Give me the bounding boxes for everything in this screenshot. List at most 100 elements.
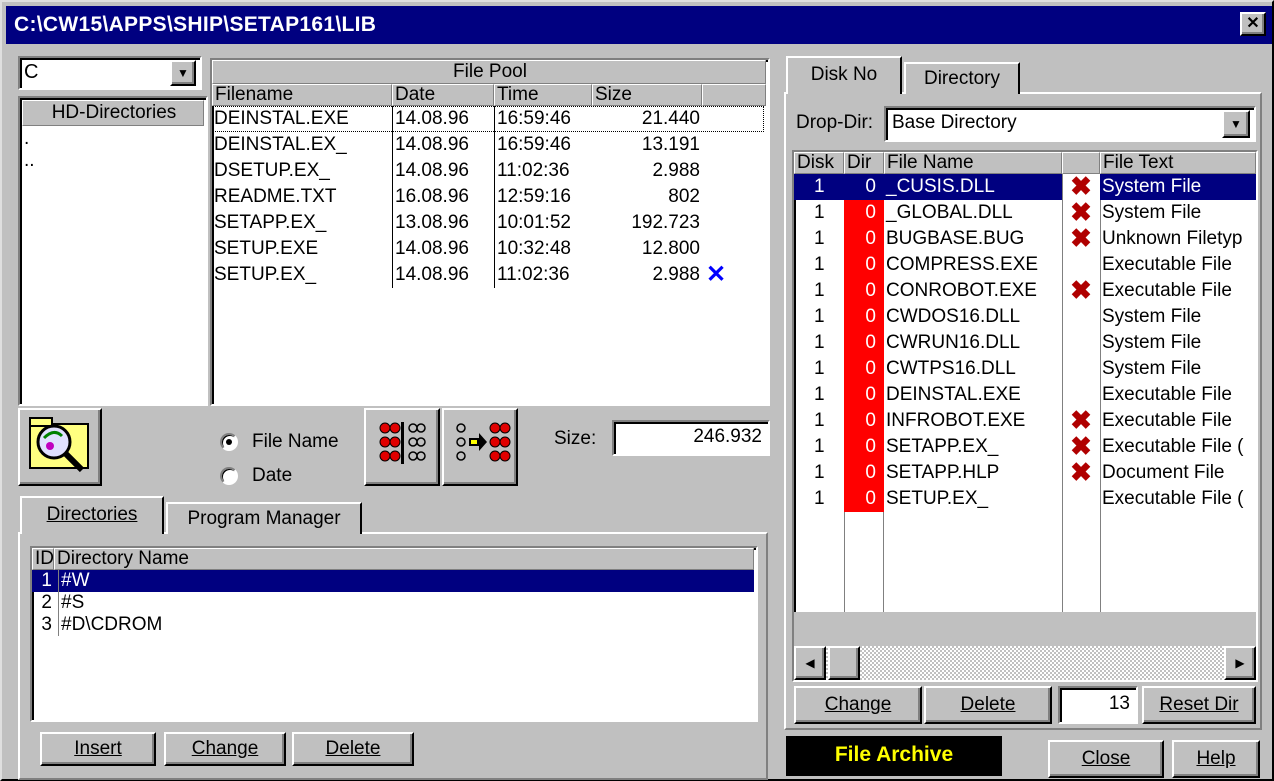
change-disk-button[interactable]: Change: [794, 686, 922, 724]
disk-file-row[interactable]: 1 0 SETUP.EX_ Executable File (: [794, 486, 1256, 512]
disk-file-row[interactable]: 1 0 BUGBASE.BUG ✖ Unknown Filetyp: [794, 226, 1256, 252]
drop-dir-select[interactable]: Base Directory ▼: [884, 106, 1256, 142]
disk-file-row[interactable]: 1 0 CWDOS16.DLL System File: [794, 304, 1256, 330]
disk-file-row[interactable]: 1 0 SETAPP.HLP ✖ Document File: [794, 460, 1256, 486]
file-text: System File: [1102, 306, 1202, 327]
file-text: Executable File: [1102, 254, 1232, 275]
disk-number: 1: [814, 306, 825, 327]
tab-directories[interactable]: Directories: [20, 496, 164, 534]
disk-file-name: CWTPS16.DLL: [886, 358, 1016, 379]
drop-dir-dropdown-button[interactable]: ▼: [1222, 110, 1250, 138]
scroll-right-button[interactable]: ▶: [1224, 646, 1256, 680]
disk-file-name: SETUP.EX_: [886, 488, 989, 509]
disk-file-name: COMPRESS.EXE: [886, 254, 1039, 275]
disk-file-row[interactable]: 1 0 _GLOBAL.DLL ✖ System File: [794, 200, 1256, 226]
file-pool-row[interactable]: SETUP.EX_ 14.08.96 11:02:36 2.988 ✕: [212, 262, 766, 288]
file-pool-row[interactable]: DEINSTAL.EXE 14.08.96 16:59:46 21.440: [212, 106, 764, 132]
disk-file-name: _CUSIS.DLL: [884, 174, 1062, 200]
disk-number: 1: [814, 436, 825, 457]
file-time: 11:02:36: [494, 262, 592, 288]
close-button[interactable]: Close: [1048, 740, 1164, 778]
file-text: Executable File: [1102, 410, 1232, 431]
sort-by-date-label: Date: [252, 465, 293, 486]
tab-directory[interactable]: Directory: [904, 62, 1020, 94]
arrow-right-icon: ▶: [1235, 656, 1245, 670]
tab-program-manager[interactable]: Program Manager: [166, 502, 362, 534]
file-name: DEINSTAL.EXE: [214, 108, 349, 129]
directories-table[interactable]: ID Directory Name 1 #W 2 #S 3 #D\CDROM: [30, 546, 758, 722]
drive-value: C: [24, 61, 39, 83]
dir-number: 0: [844, 408, 884, 434]
file-name: DEINSTAL.EX_: [214, 134, 347, 155]
disk-file-row[interactable]: 1 0 INFROBOT.EXE ✖ Executable File: [794, 408, 1256, 434]
file-pool-list[interactable]: File Pool Filename Date Time Size DEINSTAL.…: [210, 58, 770, 406]
disk-file-row[interactable]: 1 0 CWRUN16.DLL System File: [794, 330, 1256, 356]
file-pool-row[interactable]: DEINSTAL.EX_ 14.08.96 16:59:46 13.191: [212, 132, 766, 158]
file-pool-col-header: [702, 84, 766, 106]
disk-col-header: Dir: [844, 152, 884, 174]
hd-directory-item[interactable]: .: [24, 128, 35, 150]
file-time: 16:59:46: [494, 106, 592, 132]
disk-count: 13: [1058, 686, 1138, 724]
window-title: C:\CW15\APPS\SHIP\SETAP161\LIB: [14, 13, 377, 36]
close-window-button[interactable]: ✕: [1240, 12, 1266, 36]
file-size: 802: [668, 186, 700, 207]
sort-by-date-radio[interactable]: [220, 467, 238, 485]
file-pool-row[interactable]: SETUP.EXE 14.08.96 10:32:48 12.800: [212, 236, 766, 262]
drive-select[interactable]: C ▼: [18, 56, 202, 90]
file-pool-title: File Pool: [212, 60, 766, 84]
view-file-button[interactable]: [18, 408, 102, 486]
directory-row[interactable]: 2 #S: [32, 592, 754, 614]
file-text: Executable File (: [1102, 488, 1244, 509]
disk-file-list[interactable]: Disk Dir File Name File Text 1 0 _CUSIS.DLL ✖ S…: [792, 150, 1258, 682]
file-size: 2.988: [652, 160, 700, 181]
disk-number: 1: [814, 228, 825, 249]
reset-dir-button[interactable]: Reset Dir: [1142, 686, 1256, 724]
disk-number: 1: [814, 410, 825, 431]
file-text: Unknown Filetyp: [1102, 228, 1243, 249]
dir-number: 0: [844, 486, 884, 512]
x-mark-cell: ✖: [1062, 278, 1100, 304]
delete-disk-button[interactable]: Delete: [924, 686, 1052, 724]
disk-col-header: Disk: [794, 152, 844, 174]
horizontal-scrollbar[interactable]: ◀ ▶: [794, 646, 1256, 680]
disk-file-name: CWRUN16.DLL: [886, 332, 1021, 353]
directory-row[interactable]: 3 #D\CDROM: [32, 614, 754, 636]
tab-disk-no[interactable]: Disk No: [786, 56, 902, 94]
x-mark-icon: ✖: [1070, 460, 1092, 486]
disk-file-row[interactable]: 1 0 _CUSIS.DLL ✖ System File: [794, 174, 1256, 200]
move-selected-button[interactable]: [442, 408, 518, 486]
disk-file-row[interactable]: 1 0 CONROBOT.EXE ✖ Executable File: [794, 278, 1256, 304]
delete-directory-button[interactable]: Delete: [292, 732, 414, 766]
disk-col-header: File Name: [884, 152, 1062, 174]
file-date: 14.08.96: [392, 158, 494, 184]
file-time: 16:59:46: [494, 132, 592, 158]
move-selected-icon: [456, 422, 511, 462]
scroll-left-button[interactable]: ◀: [794, 646, 826, 680]
help-button[interactable]: Help: [1172, 740, 1260, 778]
file-size: 192.723: [631, 212, 700, 233]
file-pool-row[interactable]: DSETUP.EX_ 14.08.96 11:02:36 2.988: [212, 158, 766, 184]
hd-directory-item[interactable]: ..: [24, 150, 35, 172]
disk-file-row[interactable]: 1 0 SETAPP.EX_ ✖ Executable File (: [794, 434, 1256, 460]
hd-directories-list[interactable]: HD-Directories ...: [18, 96, 208, 406]
check-mark-icon: ✕: [706, 262, 727, 288]
disk-file-name: DEINSTAL.EXE: [886, 384, 1021, 405]
disk-file-row[interactable]: 1 0 CWTPS16.DLL System File: [794, 356, 1256, 382]
file-pool-row[interactable]: SETAPP.EX_ 13.08.96 10:01:52 192.723: [212, 210, 766, 236]
disk-file-row[interactable]: 1 0 COMPRESS.EXE Executable File: [794, 252, 1256, 278]
file-date: 16.08.96: [392, 184, 494, 210]
file-pool-rows: DEINSTAL.EXE 14.08.96 16:59:46 21.440 DEINST…: [212, 106, 766, 396]
magnifier-folder-icon: [29, 417, 89, 473]
file-pool-row[interactable]: README.TXT 16.08.96 12:59:16 802: [212, 184, 766, 210]
directory-row[interactable]: 1 #W: [32, 570, 754, 592]
move-all-button[interactable]: [364, 408, 440, 486]
file-time: 10:32:48: [494, 236, 592, 262]
change-directory-button[interactable]: Change: [164, 732, 286, 766]
disk-file-row[interactable]: 1 0 DEINSTAL.EXE Executable File: [794, 382, 1256, 408]
scroll-thumb[interactable]: [828, 646, 860, 680]
sort-by-filename-radio[interactable]: [220, 433, 238, 451]
drive-dropdown-button[interactable]: ▼: [170, 60, 196, 86]
insert-button[interactable]: Insert: [40, 732, 156, 766]
file-date: 14.08.96: [392, 236, 494, 262]
